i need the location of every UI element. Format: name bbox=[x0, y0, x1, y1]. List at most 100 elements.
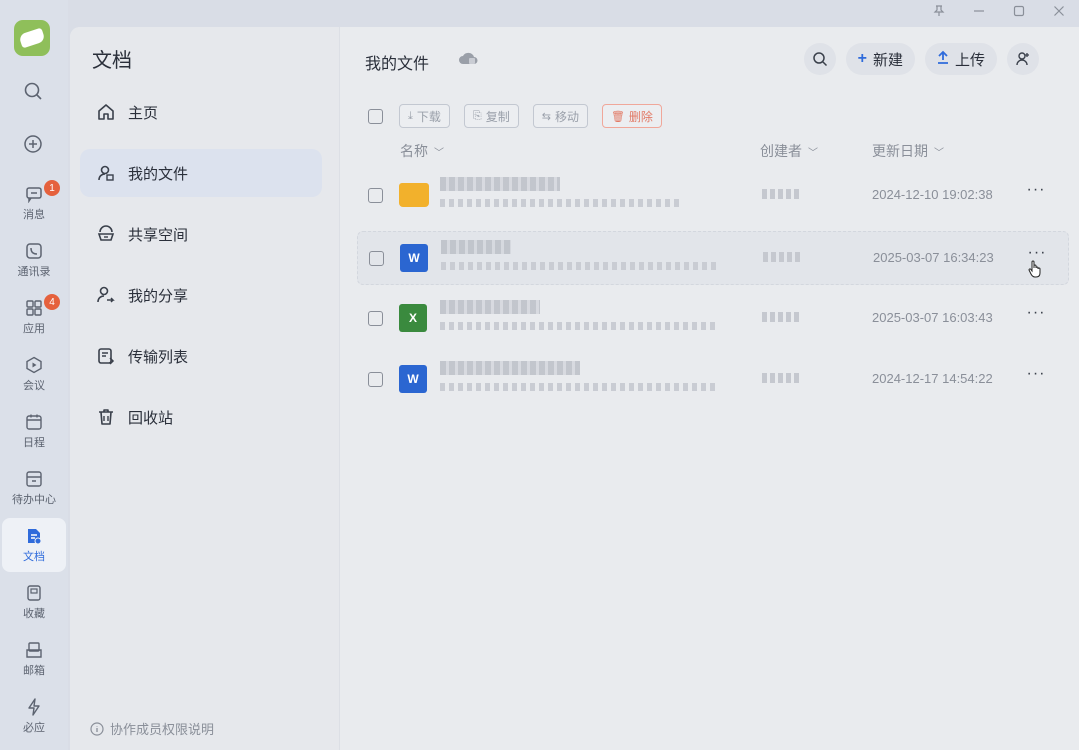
cloud-icon[interactable] bbox=[457, 50, 479, 66]
rail-label: 邮箱 bbox=[23, 665, 45, 677]
row-checkbox[interactable] bbox=[368, 372, 383, 387]
sort-by-creator[interactable]: 创建者 ﹀ bbox=[760, 141, 818, 161]
move-button[interactable]: ⇆ 移动 bbox=[532, 104, 588, 128]
rail-label: 收藏 bbox=[23, 608, 45, 620]
table-row[interactable]: 2024-12-10 19:02:38 ··· bbox=[357, 169, 1069, 223]
file-name-redacted bbox=[441, 240, 511, 254]
trash-icon bbox=[96, 407, 116, 427]
table-row[interactable]: W 2024-12-17 14:54:22 ··· bbox=[357, 353, 1069, 407]
minimize-icon[interactable] bbox=[959, 0, 999, 22]
file-name-redacted bbox=[440, 300, 540, 314]
calendar-icon bbox=[24, 412, 44, 432]
info-icon bbox=[90, 721, 104, 736]
nav-item-my-files[interactable]: 我的文件 bbox=[80, 149, 322, 197]
more-icon[interactable]: ··· bbox=[1024, 182, 1048, 203]
rail-item-messages[interactable]: 消息 1 bbox=[2, 176, 66, 230]
meeting-icon bbox=[24, 355, 44, 375]
copy-button[interactable]: ⎘ 复制 bbox=[463, 104, 519, 128]
file-meta-redacted bbox=[441, 262, 716, 270]
footer-label: 协作成员权限说明 bbox=[110, 722, 215, 737]
share-icon bbox=[96, 285, 116, 305]
move-label: 移动 bbox=[554, 109, 579, 124]
nav-item-home[interactable]: 主页 bbox=[80, 88, 322, 136]
app-logo[interactable] bbox=[14, 20, 50, 56]
new-button[interactable]: + 新建 bbox=[845, 43, 915, 75]
main-panel: 文档 主页 我的文件 共享空间 我的分享 传输列表 回收站 协作成员权限说明 我… bbox=[70, 27, 1079, 750]
rail-item-calendar[interactable]: 日程 bbox=[2, 404, 66, 458]
rail-item-meeting[interactable]: 会议 bbox=[2, 347, 66, 401]
rail-item-todo[interactable]: 待办中心 bbox=[2, 461, 66, 515]
rail-item-docs[interactable]: 文档 bbox=[2, 518, 66, 572]
todo-icon bbox=[24, 469, 44, 489]
chevron-down-icon: ﹀ bbox=[934, 147, 944, 159]
search-button[interactable] bbox=[803, 43, 836, 75]
plus-icon: + bbox=[857, 50, 867, 67]
row-checkbox[interactable] bbox=[369, 251, 384, 266]
delete-label: 删除 bbox=[628, 109, 653, 124]
nav-item-transfer-list[interactable]: 传输列表 bbox=[80, 332, 322, 380]
table-row[interactable]: X 2025-03-07 16:03:43 ··· bbox=[357, 292, 1069, 346]
hand-cursor-icon bbox=[1028, 260, 1042, 278]
table-row[interactable]: W 2025-03-07 16:34:23 ··· bbox=[357, 231, 1069, 285]
search-icon bbox=[812, 52, 827, 67]
lightning-icon bbox=[24, 697, 44, 717]
excel-file-icon: X bbox=[399, 304, 427, 332]
select-all-checkbox[interactable] bbox=[368, 108, 383, 124]
nav-label: 回收站 bbox=[128, 409, 174, 427]
rail-item-mail[interactable]: 邮箱 bbox=[2, 632, 66, 686]
nav-item-trash[interactable]: 回收站 bbox=[80, 393, 322, 441]
creator-redacted bbox=[762, 312, 802, 322]
row-checkbox[interactable] bbox=[368, 188, 383, 203]
rail-label: 会议 bbox=[23, 380, 45, 392]
pin-icon[interactable] bbox=[919, 0, 959, 22]
upload-icon bbox=[937, 50, 949, 69]
column-name-label: 名称 bbox=[400, 143, 428, 159]
rail-label: 通讯录 bbox=[17, 266, 51, 278]
global-search-icon[interactable] bbox=[19, 77, 47, 105]
updated-date: 2025-03-07 16:34:23 bbox=[873, 250, 994, 265]
rail-label: 应用 bbox=[23, 323, 45, 335]
rail-label: 日程 bbox=[23, 437, 45, 449]
rail-label: 消息 bbox=[23, 209, 45, 221]
close-icon[interactable] bbox=[1039, 0, 1079, 22]
chevron-down-icon: ﹀ bbox=[808, 147, 818, 159]
file-meta-redacted bbox=[440, 322, 715, 330]
add-circle-icon[interactable] bbox=[19, 130, 47, 158]
updated-date: 2024-12-10 19:02:38 bbox=[872, 187, 993, 202]
nav-label: 传输列表 bbox=[128, 348, 189, 366]
upload-label: 上传 bbox=[954, 51, 985, 69]
file-content: 我的文件 + 新建 上传 ⤓ 下载 ⎘ 复制 ⇆ 移动 🗑 删除 名称 ﹀ 创建… bbox=[340, 27, 1079, 750]
rail-item-approval[interactable]: 必应 bbox=[2, 689, 66, 743]
rail-label: 文档 bbox=[23, 551, 45, 563]
delete-button[interactable]: 🗑 删除 bbox=[601, 104, 662, 128]
sort-by-name[interactable]: 名称 ﹀ bbox=[400, 141, 444, 161]
app-rail: 消息 1 通讯录 应用 4 会议 日程 待办中心 文档 收藏 邮箱 必应 bbox=[0, 0, 68, 750]
creator-redacted bbox=[762, 189, 802, 199]
row-checkbox[interactable] bbox=[368, 311, 383, 326]
rail-item-contacts[interactable]: 通讯录 bbox=[2, 233, 66, 287]
sort-by-updated[interactable]: 更新日期 ﹀ bbox=[872, 141, 944, 161]
updated-date: 2024-12-17 14:54:22 bbox=[872, 371, 993, 386]
contacts-icon bbox=[24, 241, 44, 261]
file-toolbar: + 新建 上传 bbox=[803, 43, 1039, 75]
download-button[interactable]: ⤓ 下载 bbox=[399, 104, 450, 128]
maximize-icon[interactable] bbox=[999, 0, 1039, 22]
apps-badge: 4 bbox=[44, 294, 60, 310]
nav-item-shared-space[interactable]: 共享空间 bbox=[80, 210, 322, 258]
more-icon[interactable]: ··· bbox=[1024, 305, 1048, 326]
rail-item-favorites[interactable]: 收藏 bbox=[2, 575, 66, 629]
file-meta-redacted bbox=[440, 383, 715, 391]
nav-item-my-shares[interactable]: 我的分享 bbox=[80, 271, 322, 319]
transfer-list-icon bbox=[96, 346, 116, 366]
more-icon[interactable]: ··· bbox=[1024, 366, 1048, 387]
permission-help-link[interactable]: 协作成员权限说明 bbox=[90, 719, 214, 738]
add-user-icon bbox=[1016, 52, 1029, 66]
file-name-redacted bbox=[440, 177, 560, 191]
collaborators-button[interactable] bbox=[1007, 43, 1039, 75]
rail-item-apps[interactable]: 应用 4 bbox=[2, 290, 66, 344]
upload-button[interactable]: 上传 bbox=[924, 43, 997, 75]
file-meta-redacted bbox=[440, 199, 680, 207]
rail-label: 待办中心 bbox=[12, 494, 56, 506]
docs-icon bbox=[24, 526, 44, 546]
chevron-down-icon: ﹀ bbox=[434, 147, 444, 159]
